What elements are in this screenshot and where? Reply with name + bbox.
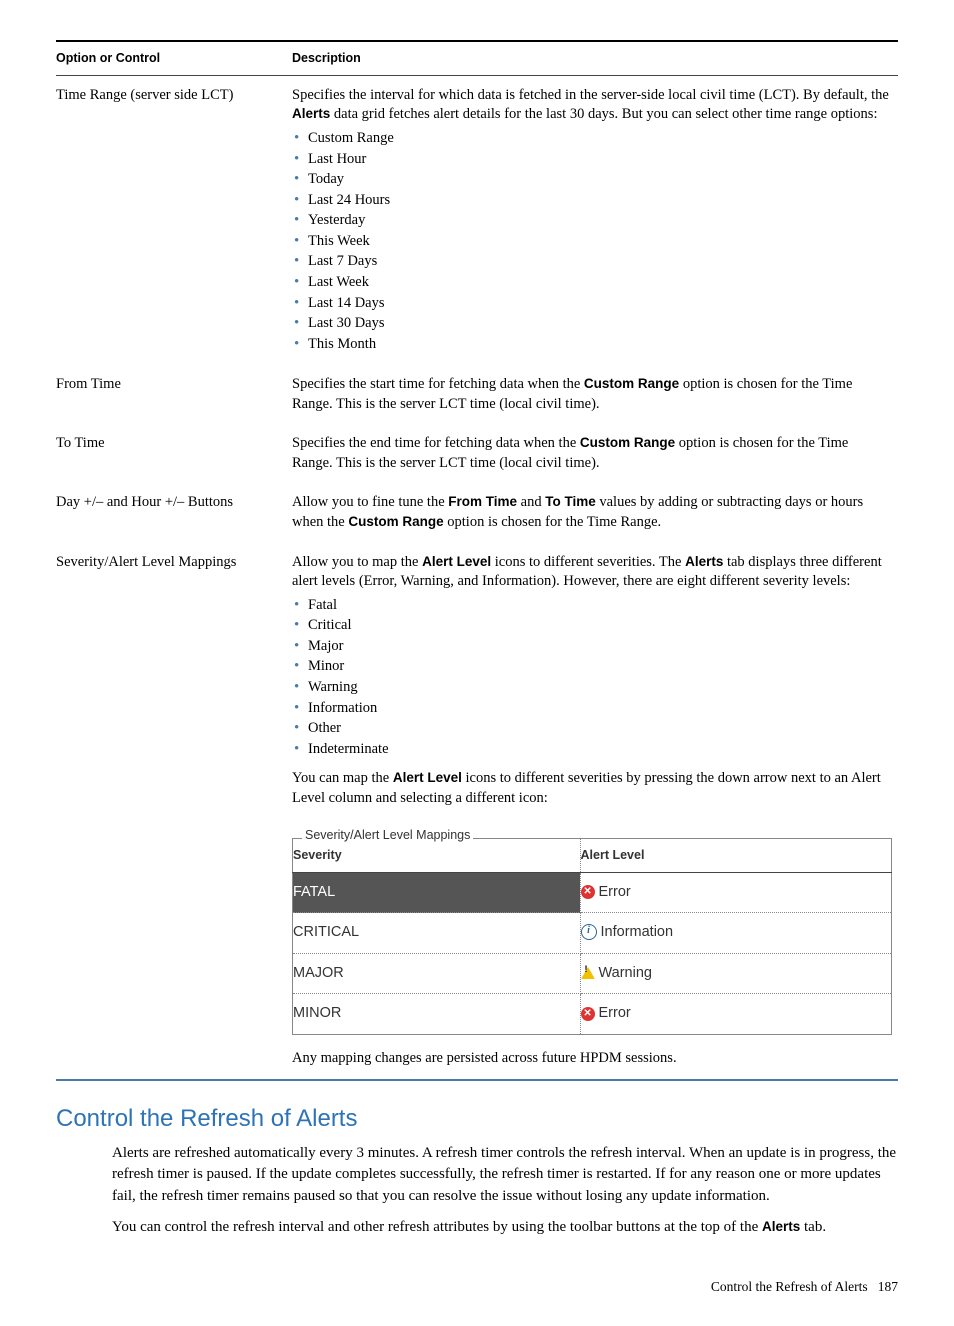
option-description: Allow you to fine tune the From Time and… bbox=[292, 483, 898, 542]
warning-icon bbox=[581, 967, 595, 979]
severity-mapping-table: Severity Alert Level FATAL Error CRITICA… bbox=[292, 838, 892, 1035]
list-item: Last 7 Days bbox=[292, 252, 892, 272]
list-item: Last Week bbox=[292, 273, 892, 293]
section-heading: Control the Refresh of Alerts bbox=[56, 1103, 898, 1135]
list-item: Last 24 Hours bbox=[292, 191, 892, 211]
header-description: Description bbox=[292, 42, 898, 75]
severity-cell[interactable]: CRITICAL bbox=[293, 913, 581, 954]
table-row: Severity/Alert Level Mappings Allow you … bbox=[56, 543, 898, 1079]
page-footer: Control the Refresh of Alerts 187 bbox=[56, 1278, 898, 1296]
option-description: Specifies the start time for fetching da… bbox=[292, 365, 898, 424]
option-label: Day +/– and Hour +/– Buttons bbox=[56, 483, 292, 542]
option-label: Severity/Alert Level Mappings bbox=[56, 543, 292, 1079]
list-item: This Month bbox=[292, 335, 892, 355]
list-item: Critical bbox=[292, 616, 892, 636]
option-description: Allow you to map the Alert Level icons t… bbox=[292, 543, 898, 1079]
table-row: MAJOR Warning bbox=[293, 953, 892, 994]
severity-note: Any mapping changes are persisted across… bbox=[292, 1049, 892, 1069]
list-item: Information bbox=[292, 699, 892, 719]
list-item: Custom Range bbox=[292, 129, 892, 149]
option-label: Time Range (server side LCT) bbox=[56, 75, 292, 365]
severity-mapping-legend: Severity/Alert Level Mappings bbox=[302, 828, 473, 842]
severity-cell[interactable]: MAJOR bbox=[293, 953, 581, 994]
option-label: To Time bbox=[56, 424, 292, 483]
option-description: Specifies the interval for which data is… bbox=[292, 75, 898, 365]
alert-level-col-header[interactable]: Alert Level bbox=[580, 838, 891, 872]
alert-level-cell[interactable]: Error bbox=[580, 994, 891, 1035]
error-icon bbox=[581, 1007, 595, 1021]
table-row: To Time Specifies the end time for fetch… bbox=[56, 424, 898, 483]
option-description: Specifies the end time for fetching data… bbox=[292, 424, 898, 483]
list-item: Other bbox=[292, 719, 892, 739]
alert-level-cell[interactable]: Warning bbox=[580, 953, 891, 994]
alert-level-cell[interactable]: Information bbox=[580, 913, 891, 954]
table-row: Day +/– and Hour +/– Buttons Allow you t… bbox=[56, 483, 898, 542]
severity-levels-list: Fatal Critical Major Minor Warning Infor… bbox=[292, 596, 892, 760]
information-icon bbox=[581, 924, 597, 940]
list-item: Fatal bbox=[292, 596, 892, 616]
header-option: Option or Control bbox=[56, 42, 292, 75]
error-icon bbox=[581, 885, 595, 899]
list-item: Last 30 Days bbox=[292, 314, 892, 334]
severity-cell[interactable]: MINOR bbox=[293, 994, 581, 1035]
time-range-list: Custom Range Last Hour Today Last 24 Hou… bbox=[292, 129, 892, 354]
list-item: Minor bbox=[292, 657, 892, 677]
table-row: CRITICAL Information bbox=[293, 913, 892, 954]
table-row: From Time Specifies the start time for f… bbox=[56, 365, 898, 424]
body-paragraph: You can control the refresh interval and… bbox=[112, 1217, 898, 1238]
table-row: MINOR Error bbox=[293, 994, 892, 1035]
severity-mapping-panel: Severity/Alert Level Mappings Severity A… bbox=[292, 818, 892, 1035]
severity-cell[interactable]: FATAL bbox=[293, 872, 581, 913]
table-row: Time Range (server side LCT) Specifies t… bbox=[56, 75, 898, 365]
severity-col-header[interactable]: Severity bbox=[293, 838, 581, 872]
list-item: Yesterday bbox=[292, 211, 892, 231]
list-item: Today bbox=[292, 170, 892, 190]
list-item: Major bbox=[292, 637, 892, 657]
page-number: 187 bbox=[878, 1279, 898, 1294]
footer-title: Control the Refresh of Alerts bbox=[711, 1279, 868, 1294]
options-table: Option or Control Description Time Range… bbox=[56, 42, 898, 1079]
list-item: Last Hour bbox=[292, 150, 892, 170]
list-item: Indeterminate bbox=[292, 740, 892, 760]
list-item: Last 14 Days bbox=[292, 294, 892, 314]
list-item: Warning bbox=[292, 678, 892, 698]
table-row: FATAL Error bbox=[293, 872, 892, 913]
option-label: From Time bbox=[56, 365, 292, 424]
list-item: This Week bbox=[292, 232, 892, 252]
body-paragraph: Alerts are refreshed automatically every… bbox=[112, 1143, 898, 1207]
alert-level-cell[interactable]: Error bbox=[580, 872, 891, 913]
